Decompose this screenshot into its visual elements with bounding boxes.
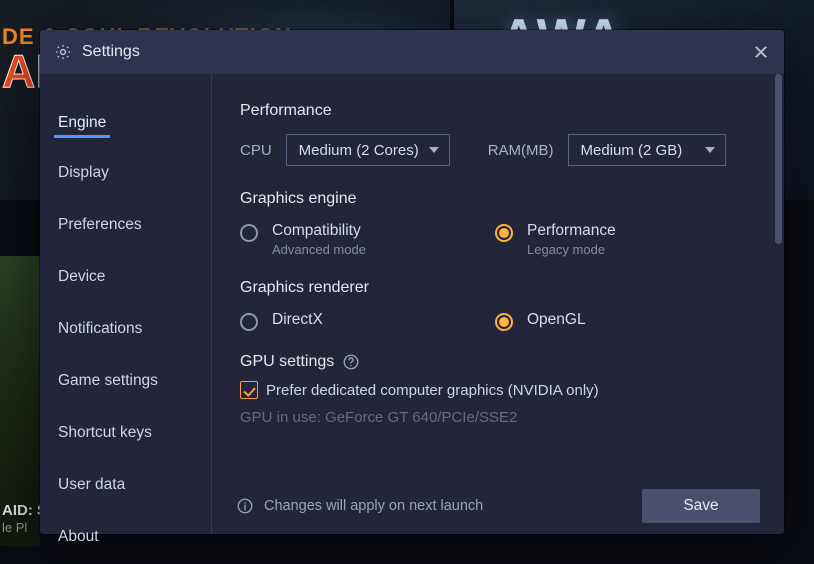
gear-icon: [54, 43, 72, 61]
sidebar-item-engine[interactable]: Engine: [54, 106, 110, 138]
bg-tile-3-sub: le Pl: [2, 520, 27, 535]
radio-label: Performance: [527, 222, 616, 240]
info-icon: [236, 497, 254, 515]
ram-label: RAM(MB): [488, 142, 554, 159]
radio-label: OpenGL: [527, 311, 586, 329]
graphics-engine-performance[interactable]: Performance Legacy mode: [495, 222, 750, 257]
scroll-thumb[interactable]: [775, 74, 782, 244]
save-button[interactable]: Save: [642, 489, 760, 523]
radio-sublabel: Legacy mode: [527, 242, 616, 257]
graphics-engine-heading: Graphics engine: [240, 190, 756, 208]
gpu-checkbox-label: Prefer dedicated computer graphics (NVID…: [266, 382, 599, 399]
radio-icon: [495, 313, 513, 331]
cpu-label: CPU: [240, 142, 272, 159]
radio-icon: [240, 224, 258, 242]
radio-label: DirectX: [272, 311, 323, 329]
help-icon[interactable]: [342, 353, 360, 371]
radio-icon: [240, 313, 258, 331]
radio-sublabel: Advanced mode: [272, 242, 366, 257]
sidebar-item-preferences[interactable]: Preferences: [54, 208, 146, 242]
settings-content: Performance CPU Medium (2 Cores) RAM(MB)…: [212, 74, 784, 534]
cpu-dropdown[interactable]: Medium (2 Cores): [286, 134, 450, 166]
performance-heading: Performance: [240, 102, 756, 120]
gpu-in-use-text: GPU in use: GeForce GT 640/PCIe/SSE2: [240, 409, 756, 426]
graphics-renderer-opengl[interactable]: OpenGL: [495, 311, 750, 331]
graphics-renderer-heading: Graphics renderer: [240, 279, 756, 297]
ram-dropdown-value: Medium (2 GB): [581, 142, 683, 159]
modal-title: Settings: [82, 43, 140, 61]
sidebar-item-about[interactable]: About: [54, 520, 103, 554]
graphics-renderer-directx[interactable]: DirectX: [240, 311, 495, 331]
chevron-down-icon: [705, 147, 715, 153]
modal-footer: Changes will apply on next launch Save: [212, 478, 784, 534]
modal-titlebar: Settings: [40, 30, 784, 74]
sidebar-item-shortcut-keys[interactable]: Shortcut keys: [54, 416, 156, 450]
settings-sidebar: Engine Display Preferences Device Notifi…: [40, 74, 212, 534]
sidebar-item-notifications[interactable]: Notifications: [54, 312, 146, 346]
graphics-engine-compatibility[interactable]: Compatibility Advanced mode: [240, 222, 495, 257]
gpu-prefer-dedicated-checkbox[interactable]: [240, 381, 258, 399]
ram-dropdown[interactable]: Medium (2 GB): [568, 134, 726, 166]
footer-note: Changes will apply on next launch: [264, 498, 632, 514]
content-scrollbar[interactable]: [776, 74, 783, 534]
sidebar-item-display[interactable]: Display: [54, 156, 113, 190]
save-button-label: Save: [683, 497, 718, 515]
sidebar-item-game-settings[interactable]: Game settings: [54, 364, 162, 398]
sidebar-item-device[interactable]: Device: [54, 260, 109, 294]
cpu-dropdown-value: Medium (2 Cores): [299, 142, 419, 159]
sidebar-item-user-data[interactable]: User data: [54, 468, 129, 502]
radio-label: Compatibility: [272, 222, 366, 240]
close-button[interactable]: [752, 43, 770, 61]
settings-modal: Settings Engine Display Preferences Devi…: [40, 30, 784, 534]
chevron-down-icon: [429, 147, 439, 153]
radio-icon: [495, 224, 513, 242]
gpu-settings-heading: GPU settings: [240, 353, 334, 371]
